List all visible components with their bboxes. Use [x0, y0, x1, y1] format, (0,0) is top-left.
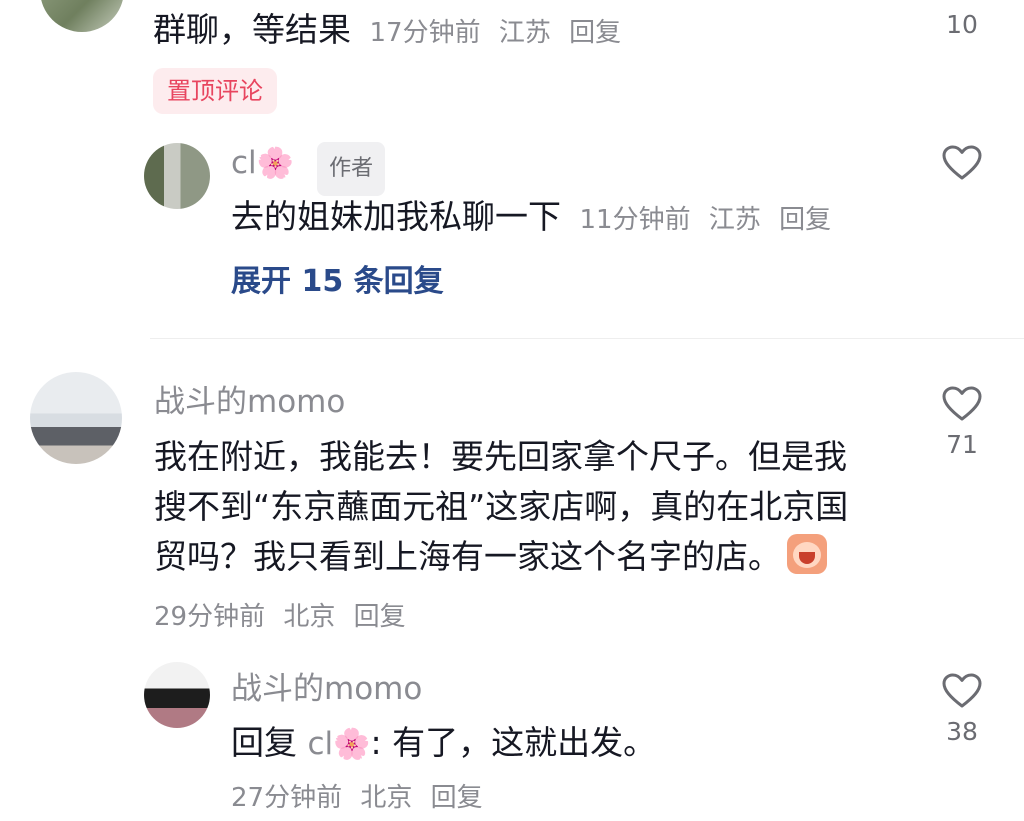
reply-location: 江苏 [708, 205, 761, 235]
reply-time: 11分钟前 [579, 205, 691, 235]
like-count: 10 [946, 10, 978, 39]
reply-to-username[interactable]: cl [308, 726, 334, 762]
reply-button[interactable]: 回复 [779, 205, 831, 235]
comment-text-line: 我在附近，我能去！要先回家拿个尺子。但是我 [154, 437, 847, 476]
divider [150, 338, 1024, 339]
reply-button[interactable]: 回复 [569, 18, 621, 48]
reply-username[interactable]: cl [231, 145, 257, 181]
reply-text: 去的姐妹加我私聊一下 [231, 197, 561, 236]
comment-text-tail: 群聊，等结果 [153, 10, 351, 49]
reply-button[interactable]: 回复 [431, 783, 483, 813]
reply-location: 北京 [360, 783, 413, 813]
avatar[interactable] [40, 0, 124, 32]
comment-text: 群聊，等结果 17分钟前 江苏 回复 [153, 8, 631, 55]
comment-username[interactable]: 战斗的momo [154, 380, 345, 424]
like-button[interactable]: 71 [932, 386, 992, 459]
reply-body: 回复 cl🌸: 有了，这就出发。 [231, 719, 656, 769]
cherry-blossom-icon: 🌸 [256, 146, 295, 181]
like-button[interactable] [932, 145, 992, 181]
expand-replies-link[interactable]: 展开 15 条回复 [231, 260, 444, 304]
cherry-blossom-icon: 🌸 [333, 727, 371, 762]
like-button[interactable]: 10 [932, 10, 992, 39]
comment-meta: 29分钟前 北京 回复 [154, 597, 416, 637]
like-count: 38 [946, 717, 978, 746]
comment-text-line: 贸吗？我只看到上海有一家这个名字的店。 [154, 532, 894, 582]
comment-time: 17分钟前 [369, 18, 481, 48]
like-button[interactable]: 38 [932, 673, 992, 746]
comment-text-line: 搜不到“东京蘸面元祖”这家店啊，真的在北京国 [154, 487, 849, 526]
comment-location: 江苏 [498, 18, 551, 48]
avatar[interactable] [144, 662, 210, 728]
crying-face-sticker-icon [787, 534, 827, 574]
avatar[interactable] [144, 143, 210, 209]
heart-outline-icon [942, 673, 982, 708]
author-badge: 作者 [317, 141, 386, 196]
comment-time: 29分钟前 [154, 602, 266, 632]
reply-body: 去的姐妹加我私聊一下 11分钟前 江苏 回复 [231, 193, 841, 244]
heart-outline-icon [942, 386, 982, 421]
comment-text: 我在附近，我能去！要先回家拿个尺子。但是我 搜不到“东京蘸面元祖”这家店啊，真的… [154, 432, 894, 582]
reply-time: 27分钟前 [231, 783, 343, 813]
reply-prefix: 回复 [231, 723, 308, 762]
like-count: 71 [946, 430, 978, 459]
reply-meta: 27分钟前 北京 回复 [231, 778, 493, 818]
avatar[interactable] [30, 372, 122, 464]
heart-outline-icon [942, 145, 982, 180]
reply-button[interactable]: 回复 [354, 602, 406, 632]
comment-location: 北京 [283, 602, 336, 632]
reply-username[interactable]: 战斗的momo [231, 667, 422, 711]
pinned-comment-badge: 置顶评论 [153, 68, 277, 114]
reply-header: cl🌸 作者 [231, 140, 386, 196]
reply-text: : 有了，这就出发。 [370, 723, 657, 762]
